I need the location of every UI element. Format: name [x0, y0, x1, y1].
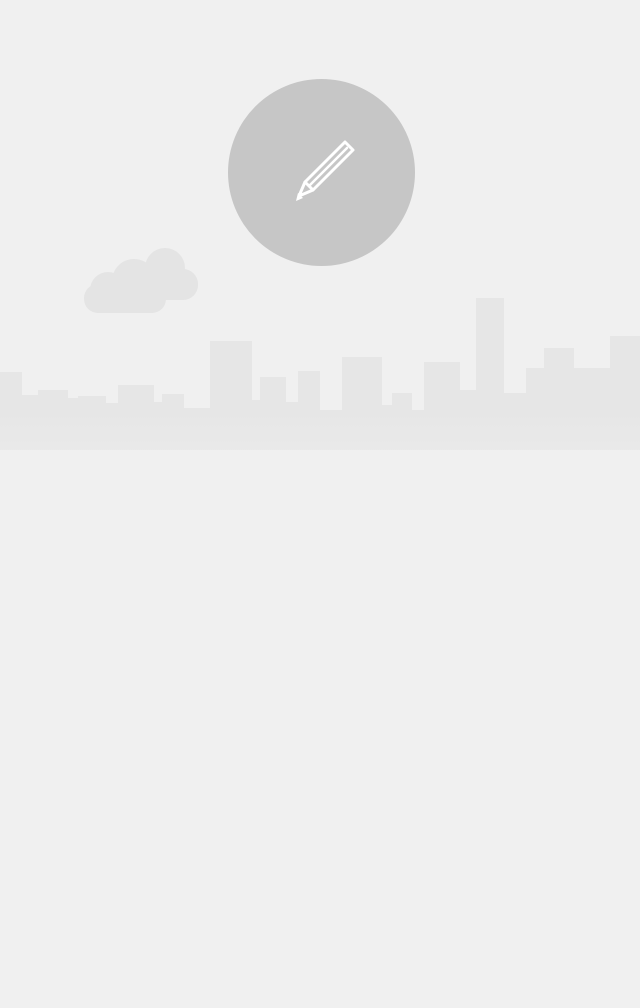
app-screen	[0, 0, 640, 1008]
pencil-icon	[295, 140, 354, 201]
city-skyline-illustration	[0, 248, 640, 530]
cloud-icon	[84, 248, 198, 313]
edit-avatar-button[interactable]	[228, 79, 415, 266]
